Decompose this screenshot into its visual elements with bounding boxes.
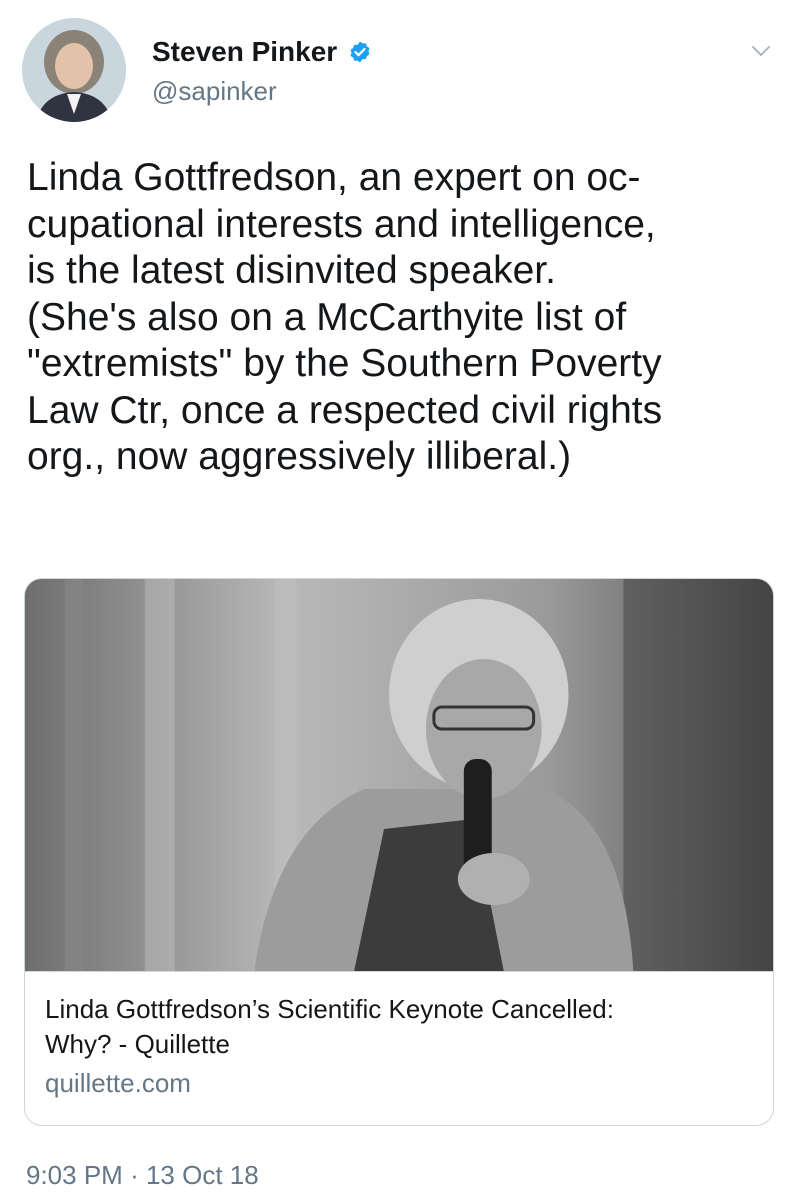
verified-badge-icon bbox=[350, 41, 370, 63]
tweet-time: 9:03 PM bbox=[26, 1160, 123, 1190]
tweet-line: Law Ctr, once a respected civil rights bbox=[27, 388, 663, 432]
tweet-header: Steven Pinker @sapinker bbox=[22, 18, 782, 128]
card-body[interactable]: Linda Gottfredson’s Scientific Keynote C… bbox=[25, 971, 773, 1125]
card-title: Linda Gottfredson’s Scientific Keynote C… bbox=[45, 992, 745, 1062]
tweet-line: org., now aggressively illiberal.) bbox=[27, 435, 572, 478]
card-title-line: Linda Gottfredson’s Scientific Keynote C… bbox=[45, 994, 614, 1024]
tweet-line: Linda Gottfredson, an expert on oc- bbox=[27, 156, 641, 199]
timestamp[interactable]: 9:03 PM · 13 Oct 18 bbox=[26, 1160, 259, 1191]
avatar[interactable] bbox=[22, 18, 126, 122]
card-domain: quillette.com bbox=[45, 1068, 191, 1098]
handle[interactable]: @sapinker bbox=[152, 76, 372, 107]
tweet-line: is the latest disinvited speaker. bbox=[27, 249, 556, 292]
tweet-line: "extremists" by the Southern Poverty bbox=[27, 342, 662, 385]
display-name[interactable]: Steven Pinker bbox=[152, 36, 337, 68]
link-card[interactable]: Linda Gottfredson’s Scientific Keynote C… bbox=[24, 578, 774, 1126]
card-image[interactable] bbox=[25, 579, 773, 971]
chevron-down-icon[interactable] bbox=[750, 40, 772, 62]
speaker-photo bbox=[25, 579, 773, 971]
tweet-line: (She's also on a McCarthyite list of bbox=[27, 295, 627, 339]
card-title-line: Why? - Quillette bbox=[45, 1029, 230, 1059]
separator: · bbox=[130, 1160, 139, 1190]
tweet-text: Linda Gottfredson, an expert on oc- cupa… bbox=[27, 155, 777, 481]
tweet-line: cupational interests and intelligence, bbox=[27, 202, 656, 246]
author-info: Steven Pinker @sapinker bbox=[152, 36, 372, 107]
profile-photo bbox=[22, 18, 126, 122]
tweet-date: 13 Oct 18 bbox=[145, 1160, 259, 1190]
